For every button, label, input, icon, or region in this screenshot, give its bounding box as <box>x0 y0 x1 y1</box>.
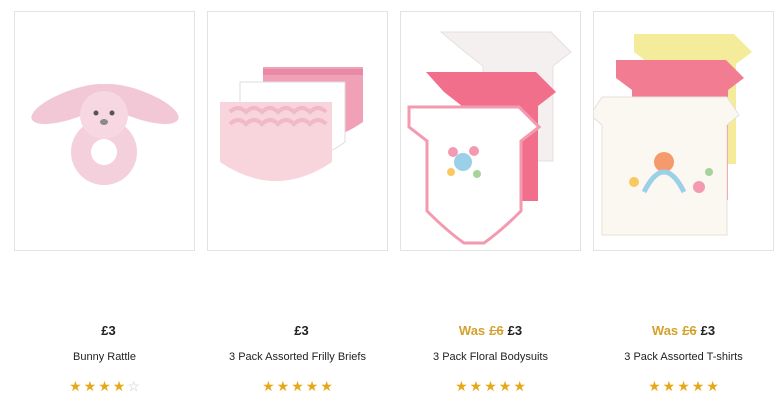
star-filled-icon: ★ <box>112 378 126 394</box>
current-price: £3 <box>700 322 716 338</box>
product-image-link[interactable] <box>14 11 195 251</box>
product-name-link[interactable]: 3 Pack Assorted Frilly Briefs <box>229 351 366 365</box>
price-row: Was £6 £3 <box>459 320 522 340</box>
star-filled-icon: ★ <box>455 378 468 394</box>
star-filled-icon: ★ <box>469 378 483 394</box>
product-name-link[interactable]: Bunny Rattle <box>73 351 136 365</box>
star-filled-icon: ★ <box>706 378 719 394</box>
star-filled-icon: ★ <box>262 378 275 394</box>
star-filled-icon: ★ <box>98 378 111 394</box>
star-filled-icon: ★ <box>291 378 304 394</box>
current-price: £3 <box>101 322 116 338</box>
product-card[interactable]: £3 Bunny Rattle ★ ★ ★ ★ ☆ <box>14 11 195 393</box>
bunny-rattle-image <box>31 84 179 185</box>
product-name-link[interactable]: 3 Pack Assorted T-shirts <box>624 351 742 365</box>
star-filled-icon: ★ <box>305 378 319 394</box>
star-rating: ★ ★ ★ ★ ★ <box>262 379 333 393</box>
star-filled-icon: ★ <box>662 378 676 394</box>
was-label: Was <box>458 322 486 338</box>
old-price: £6 <box>682 322 697 338</box>
star-rating: ★ ★ ★ ★ ☆ <box>69 379 140 393</box>
current-price: £3 <box>507 322 523 338</box>
product-grid: £3 Bunny Rattle ★ ★ ★ ★ ☆ £3 3 Pack Assorted… <box>14 11 774 393</box>
star-filled-icon: ★ <box>498 378 512 394</box>
star-rating: ★ ★ ★ ★ ★ <box>648 379 719 393</box>
was-label: Was <box>651 322 679 338</box>
assorted-tshirts-image <box>594 34 752 236</box>
star-filled-icon: ★ <box>83 378 97 394</box>
product-image-link[interactable] <box>593 11 774 251</box>
product-card[interactable]: Was £6 £3 3 Pack Floral Bodysuits ★ ★ ★ ★ ★ <box>400 11 581 393</box>
star-filled-icon: ★ <box>69 378 82 394</box>
star-filled-icon: ★ <box>691 378 705 394</box>
star-filled-icon: ★ <box>677 378 690 394</box>
star-filled-icon: ★ <box>513 378 526 394</box>
star-filled-icon: ★ <box>320 378 333 394</box>
price-row: £3 <box>93 320 115 340</box>
current-price: £3 <box>294 322 309 338</box>
price-row: £3 <box>286 320 308 340</box>
old-price: £6 <box>489 322 504 338</box>
floral-bodysuits-image <box>407 31 572 245</box>
product-image-link[interactable] <box>400 11 581 251</box>
star-filled-icon: ★ <box>484 378 497 394</box>
star-filled-icon: ★ <box>648 378 661 394</box>
product-name-link[interactable]: 3 Pack Floral Bodysuits <box>433 351 548 365</box>
product-card[interactable]: £3 3 Pack Assorted Frilly Briefs ★ ★ ★ ★ ★ <box>207 11 388 393</box>
frilly-briefs-image <box>220 67 363 181</box>
price-row: Was £6 £3 <box>652 320 715 340</box>
star-rating: ★ ★ ★ ★ ★ <box>455 379 526 393</box>
product-card[interactable]: Was £6 £3 3 Pack Assorted T-shirts ★ ★ ★ ★ ★ <box>593 11 774 393</box>
star-empty-icon: ☆ <box>127 378 140 394</box>
star-filled-icon: ★ <box>276 378 290 394</box>
product-image-link[interactable] <box>207 11 388 251</box>
